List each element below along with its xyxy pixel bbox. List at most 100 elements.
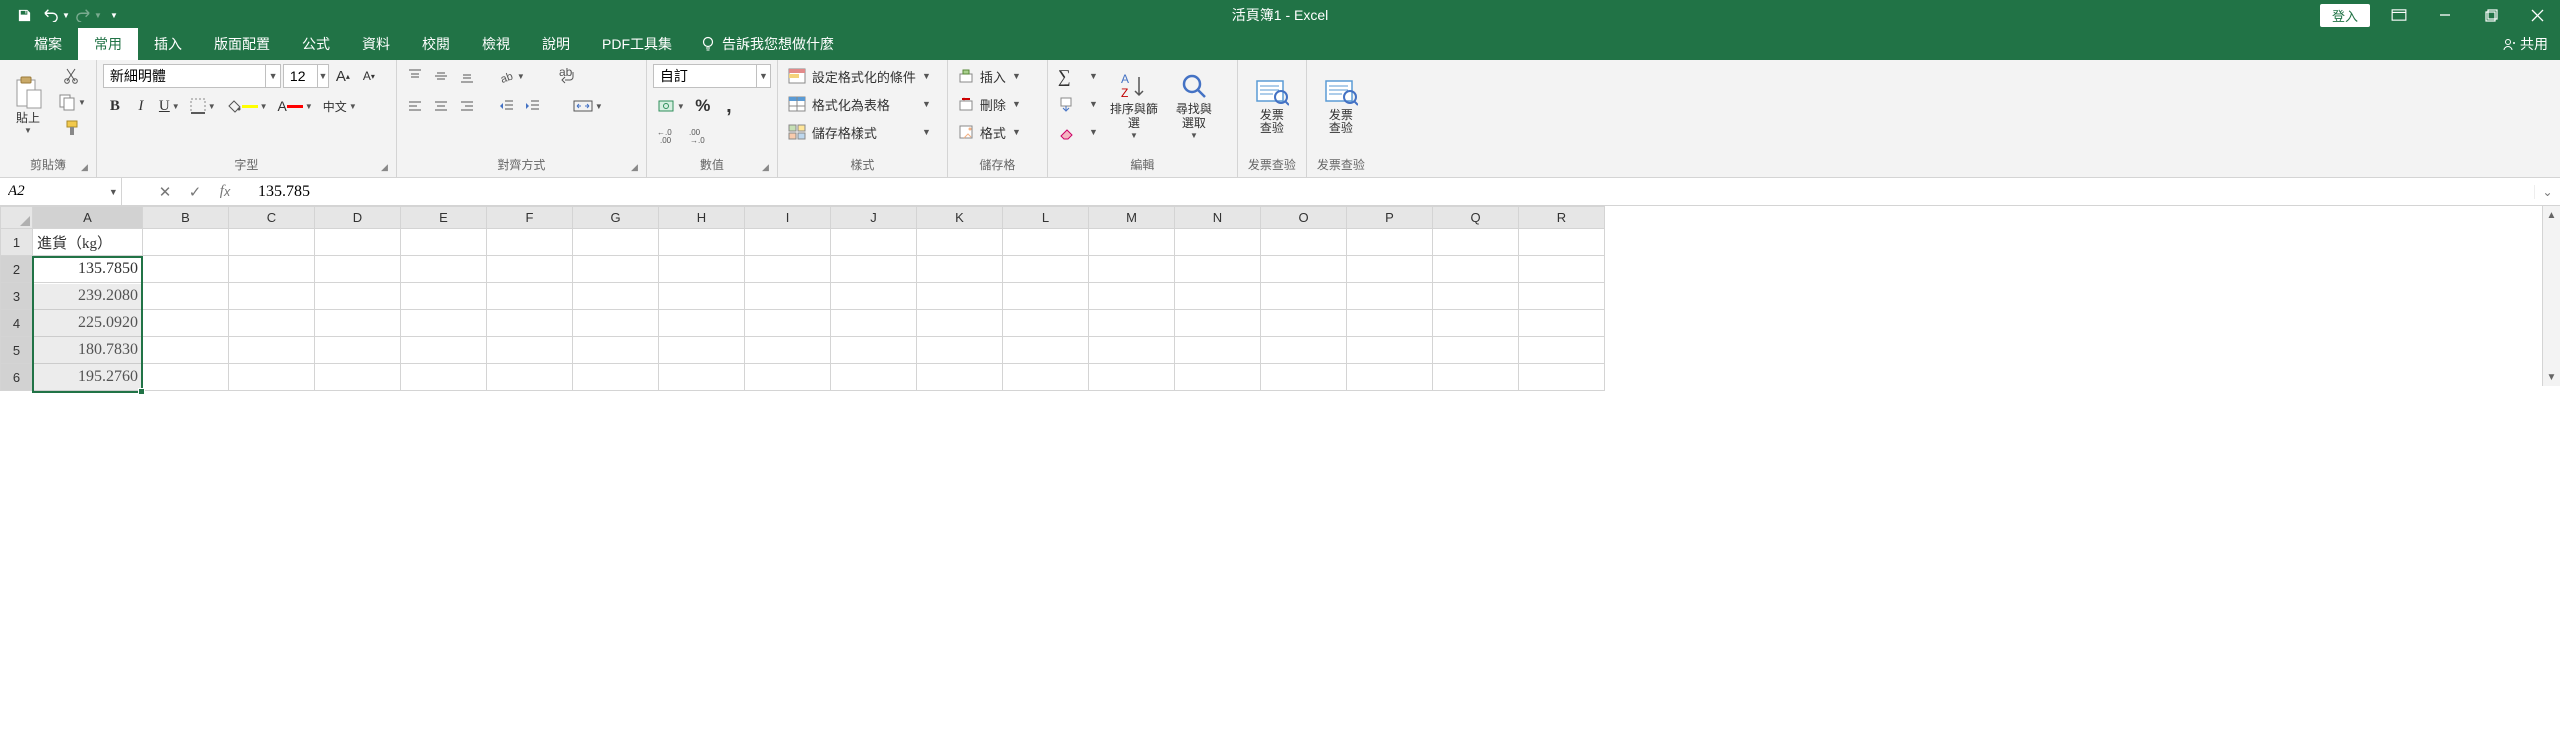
comma-button[interactable]: , [717, 94, 741, 118]
cell[interactable] [1433, 310, 1519, 337]
close-button[interactable] [2514, 0, 2560, 30]
cell[interactable] [917, 364, 1003, 391]
cell[interactable] [1347, 256, 1433, 283]
decrease-decimal-button[interactable]: .00→.0 [685, 124, 715, 148]
cell[interactable] [1433, 337, 1519, 364]
font-color-button[interactable]: A▼ [274, 94, 317, 118]
cell[interactable] [573, 283, 659, 310]
cell[interactable] [1175, 364, 1261, 391]
cell[interactable] [745, 229, 831, 256]
tell-me-box[interactable]: 告訴我您想做什麼 [688, 28, 846, 60]
tab-layout[interactable]: 版面配置 [198, 28, 286, 60]
cell[interactable] [831, 337, 917, 364]
redo-button[interactable]: ▼ [72, 0, 104, 30]
cell[interactable] [1003, 256, 1089, 283]
cell[interactable] [659, 364, 745, 391]
cell[interactable] [487, 364, 573, 391]
select-all-corner[interactable] [1, 207, 33, 229]
orientation-button[interactable]: ab▼ [495, 64, 529, 88]
invoice-check-1-button[interactable]: 发票 查验 [1244, 64, 1300, 148]
clear-button[interactable]: ▼ [1054, 120, 1102, 144]
cell[interactable] [1003, 229, 1089, 256]
col-header-K[interactable]: K [917, 207, 1003, 229]
undo-button[interactable]: ▼ [40, 0, 72, 30]
cell[interactable] [1519, 256, 1605, 283]
tab-view[interactable]: 檢視 [466, 28, 526, 60]
fill-button[interactable]: ▼ [1054, 92, 1102, 116]
col-header-H[interactable]: H [659, 207, 745, 229]
font-launcher-icon[interactable]: ◢ [381, 162, 388, 173]
font-name-combo[interactable]: ▼ [103, 64, 281, 88]
minimize-button[interactable] [2422, 0, 2468, 30]
cell[interactable] [229, 229, 315, 256]
cell-styles-button[interactable]: 儲存格樣式▼ [784, 120, 935, 144]
paste-button[interactable]: 貼上 ▼ [6, 64, 50, 148]
col-header-P[interactable]: P [1347, 207, 1433, 229]
cell[interactable] [917, 337, 1003, 364]
cell[interactable] [1433, 283, 1519, 310]
tab-help[interactable]: 說明 [526, 28, 586, 60]
align-launcher-icon[interactable]: ◢ [631, 162, 638, 173]
cell[interactable] [573, 256, 659, 283]
cell[interactable] [315, 229, 401, 256]
cell[interactable] [659, 310, 745, 337]
cell[interactable] [229, 256, 315, 283]
cell[interactable] [573, 337, 659, 364]
cell[interactable] [487, 283, 573, 310]
chevron-down-icon[interactable]: ▼ [265, 65, 280, 87]
cell[interactable] [401, 364, 487, 391]
cell[interactable] [1175, 229, 1261, 256]
cell[interactable] [1089, 337, 1175, 364]
formula-input[interactable] [240, 183, 2534, 201]
cell[interactable] [573, 229, 659, 256]
cell[interactable] [659, 256, 745, 283]
scroll-up-icon[interactable]: ▲ [2543, 206, 2560, 224]
cell[interactable] [1433, 364, 1519, 391]
cell[interactable] [1433, 256, 1519, 283]
cell[interactable] [1261, 256, 1347, 283]
cell[interactable] [1261, 337, 1347, 364]
col-header-D[interactable]: D [315, 207, 401, 229]
clipboard-launcher-icon[interactable]: ◢ [81, 162, 88, 173]
align-right-button[interactable] [455, 94, 479, 118]
vertical-scrollbar[interactable]: ▲ ▼ [2542, 206, 2560, 386]
tab-home[interactable]: 常用 [78, 28, 138, 60]
login-button[interactable]: 登入 [2320, 4, 2370, 27]
cell[interactable] [917, 310, 1003, 337]
fill-color-button[interactable]: ▼ [222, 94, 272, 118]
col-header-F[interactable]: F [487, 207, 573, 229]
row-header-1[interactable]: 1 [1, 229, 33, 256]
conditional-format-button[interactable]: 設定格式化的條件▼ [784, 64, 935, 88]
cell[interactable] [143, 229, 229, 256]
accounting-format-button[interactable]: ▼ [653, 94, 689, 118]
merge-center-button[interactable]: ▼ [569, 94, 607, 118]
cell[interactable] [1089, 310, 1175, 337]
col-header-O[interactable]: O [1261, 207, 1347, 229]
cell[interactable] [1175, 256, 1261, 283]
cell[interactable] [487, 229, 573, 256]
align-center-button[interactable] [429, 94, 453, 118]
cell[interactable] [315, 364, 401, 391]
row-header-5[interactable]: 5 [1, 337, 33, 364]
cell[interactable] [831, 256, 917, 283]
cell[interactable] [745, 310, 831, 337]
cell-A6[interactable]: 195.2760 [33, 364, 143, 391]
cell[interactable] [401, 283, 487, 310]
underline-button[interactable]: U▼ [155, 94, 184, 118]
number-format-input[interactable] [654, 68, 756, 84]
invoice-check-2-button[interactable]: 发票 查验 [1313, 64, 1369, 148]
cell[interactable] [1347, 283, 1433, 310]
tab-formula[interactable]: 公式 [286, 28, 346, 60]
cell[interactable] [1261, 283, 1347, 310]
tab-file[interactable]: 檔案 [18, 28, 78, 60]
cell[interactable] [143, 337, 229, 364]
cell[interactable] [143, 283, 229, 310]
col-header-B[interactable]: B [143, 207, 229, 229]
save-button[interactable] [8, 0, 40, 30]
cell[interactable] [401, 256, 487, 283]
cell[interactable] [1347, 337, 1433, 364]
cell[interactable] [1175, 337, 1261, 364]
cell-A5[interactable]: 180.7830 [33, 337, 143, 364]
format-cells-button[interactable]: 格式▼ [954, 120, 1025, 144]
cell[interactable] [229, 283, 315, 310]
